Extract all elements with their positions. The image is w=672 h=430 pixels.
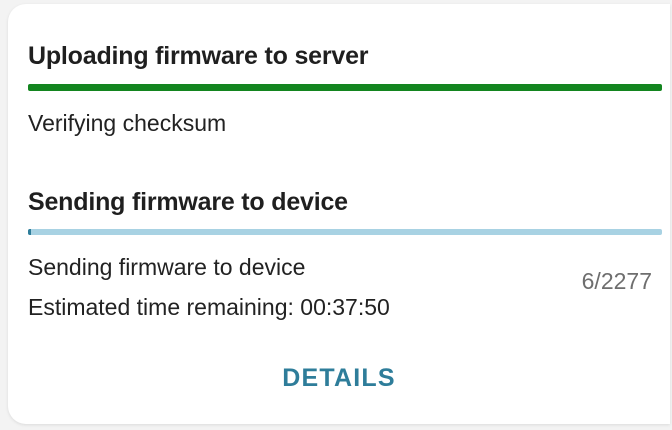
send-progress-fill xyxy=(28,229,31,235)
upload-progress-fill xyxy=(28,84,662,91)
send-section-title: Sending firmware to device xyxy=(28,188,348,216)
upload-status-text: Verifying checksum xyxy=(28,110,227,136)
chunk-counter: 6/2277 xyxy=(581,268,652,294)
upload-progress-bar xyxy=(28,84,662,91)
send-status-text: Sending firmware to device xyxy=(28,254,306,280)
details-button-label: DETAILS xyxy=(282,363,396,392)
firmware-update-card: Uploading firmware to server Verifying c… xyxy=(8,4,670,424)
time-remaining-text: Estimated time remaining: 00:37:50 xyxy=(28,294,390,320)
details-button[interactable]: DETAILS xyxy=(8,354,670,402)
upload-section-title: Uploading firmware to server xyxy=(28,42,369,70)
send-progress-bar xyxy=(28,229,662,235)
